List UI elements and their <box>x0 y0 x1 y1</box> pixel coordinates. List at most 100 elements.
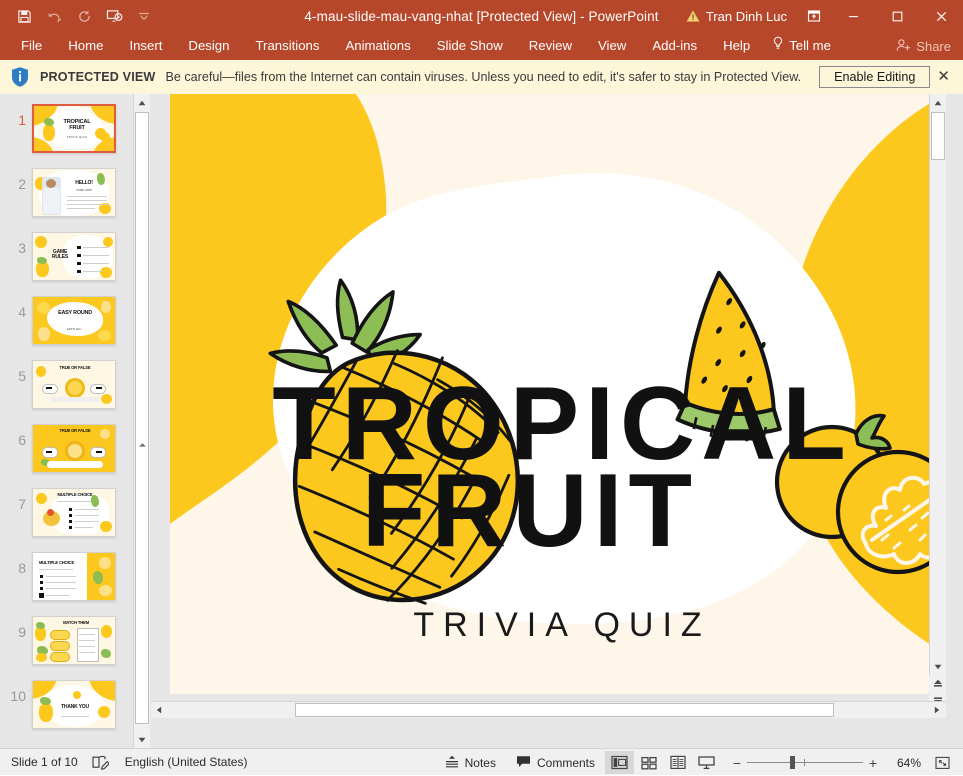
powerpoint-window: 4-mau-slide-mau-vang-nhat [Protected Vie… <box>0 0 963 775</box>
thumbnail-number: 9 <box>8 624 26 640</box>
tab-view[interactable]: View <box>585 32 639 60</box>
thumbnail-slide-9[interactable]: 9 MATCH THEM <box>0 610 133 674</box>
slide-counter[interactable]: Slide 1 of 10 <box>11 749 78 776</box>
ribbon-tabs: File Home Insert Design Transitions Anim… <box>8 32 844 60</box>
tell-me-label: Tell me <box>789 32 831 60</box>
enable-editing-button[interactable]: Enable Editing <box>819 66 930 88</box>
protected-view-label: PROTECTED VIEW <box>40 70 155 84</box>
title-bar-right: Tran Dinh Luc <box>676 0 963 32</box>
slide-title-line2: FRUIT <box>362 453 698 569</box>
thumbnail-slide-7[interactable]: 7 MULTIPLE CHOICE <box>0 482 133 546</box>
close-protected-view-icon[interactable]: ✕ <box>937 69 950 84</box>
ribbon-tab-bar: File Home Insert Design Transitions Anim… <box>0 32 963 61</box>
fit-slide-to-window-button[interactable] <box>927 751 957 774</box>
slide-thumbnail-pane[interactable]: 1 TROPICAL F <box>0 94 133 748</box>
thumbnail-slide-6[interactable]: 6 TRUE OR FALSE <box>0 418 133 482</box>
slide-canvas[interactable]: TROPICAL FRUIT TRIVIA QUIZ <box>151 94 946 748</box>
slide-vertical-scrollbar[interactable] <box>929 94 946 675</box>
thumbnail-slide-4[interactable]: 4 EASY ROUND LET'S GO... <box>0 290 133 354</box>
zoom-slider-handle[interactable] <box>790 756 795 769</box>
thumbnail-scrollbar-thumb[interactable] <box>135 112 149 724</box>
tab-home[interactable]: Home <box>55 32 116 60</box>
thumbnail-scroll-up-icon[interactable] <box>134 94 150 111</box>
previous-slide-button[interactable] <box>929 675 946 692</box>
status-bar-right: Notes Comments − <box>435 749 963 776</box>
thumbnail-scroll-down-icon[interactable] <box>134 731 150 748</box>
comments-button[interactable]: Comments <box>506 749 605 776</box>
protected-view-bar: PROTECTED VIEW Be careful—files from the… <box>0 60 963 95</box>
thumbnail-image: TRUE OR FALSE <box>32 424 116 473</box>
ribbon-display-options-button[interactable] <box>797 0 831 32</box>
undo-icon[interactable] <box>40 3 68 29</box>
thumbnail-pane-scrollbar[interactable] <box>133 94 150 748</box>
spell-check-icon[interactable] <box>92 749 109 776</box>
thumbnail-slide-10[interactable]: 10 THANK YOU <box>0 674 133 738</box>
notes-button[interactable]: Notes <box>435 749 506 776</box>
redo-icon[interactable] <box>70 3 98 29</box>
thumbnail-slide-2[interactable]: 2 HELLO! I'M MR. JOHN <box>0 162 133 226</box>
thumbnail-subtitle: TRIVIA QUIZ <box>58 136 96 139</box>
reading-view-button[interactable] <box>663 751 692 774</box>
thumbnail-slide-8[interactable]: 8 MULTIPLE CHOICE <box>0 546 133 610</box>
scroll-up-icon[interactable] <box>930 94 946 111</box>
scroll-left-icon[interactable] <box>151 702 167 718</box>
scroll-right-icon[interactable] <box>929 702 945 718</box>
slide-artwork: TROPICAL FRUIT TRIVIA QUIZ <box>170 94 946 694</box>
zoom-out-button[interactable]: − <box>727 751 747 774</box>
thumbnail-slide-5[interactable]: 5 TRUE OR FALSE <box>0 354 133 418</box>
zoom-percentage[interactable]: 64% <box>883 756 921 770</box>
thumbnail-title: MATCH THEM <box>57 621 95 625</box>
slide-horizontal-scrollbar[interactable] <box>151 701 946 718</box>
share-button[interactable]: Share <box>896 32 951 60</box>
tab-transitions[interactable]: Transitions <box>242 32 332 60</box>
minimize-button[interactable] <box>831 0 875 32</box>
tab-help[interactable]: Help <box>710 32 763 60</box>
thumbnail-number: 4 <box>8 304 26 320</box>
language-indicator[interactable]: English (United States) <box>125 749 248 776</box>
tab-file[interactable]: File <box>8 32 55 60</box>
horizontal-scrollbar-thumb[interactable] <box>295 703 834 717</box>
thumbnail-title: MULTIPLE CHOICE <box>39 561 83 565</box>
close-button[interactable] <box>919 0 963 32</box>
save-icon[interactable] <box>10 3 38 29</box>
zoom-in-button[interactable]: + <box>863 751 883 774</box>
tab-design[interactable]: Design <box>175 32 242 60</box>
zoom-slider[interactable] <box>747 751 863 774</box>
thumbnail-number: 10 <box>8 688 26 704</box>
slide-show-button[interactable] <box>692 751 721 774</box>
scroll-down-icon[interactable] <box>930 658 946 675</box>
thumbnail-number: 2 <box>8 176 26 192</box>
zoom-control[interactable]: − + <box>727 751 883 774</box>
warning-triangle-icon <box>686 10 700 23</box>
status-bar: Slide 1 of 10 English (United States) No… <box>0 748 963 775</box>
customize-quick-access-toolbar-icon[interactable] <box>130 3 158 29</box>
title-bar: 4-mau-slide-mau-vang-nhat [Protected Vie… <box>0 0 963 32</box>
thumbnail-image: MULTIPLE CHOICE <box>32 552 116 601</box>
thumbnail-number: 1 <box>8 112 26 128</box>
tell-me-search[interactable]: Tell me <box>763 32 844 60</box>
tab-insert[interactable]: Insert <box>116 32 175 60</box>
account-indicator[interactable]: Tran Dinh Luc <box>676 0 797 32</box>
share-person-icon <box>896 38 911 55</box>
slide-sorter-view-button[interactable] <box>634 751 663 774</box>
thumbnail-subtitle: I'M MR. JOHN <box>67 189 101 192</box>
thumbnail-scrollbar-grip <box>138 442 146 451</box>
tab-animations[interactable]: Animations <box>333 32 424 60</box>
thumbnail-slide-3[interactable]: 3 GAME RULES <box>0 226 133 290</box>
comment-bubble-icon <box>516 755 531 771</box>
current-slide[interactable]: TROPICAL FRUIT TRIVIA QUIZ <box>170 94 946 694</box>
thumbnail-image: THANK YOU <box>32 680 116 729</box>
start-from-beginning-icon[interactable] <box>100 3 128 29</box>
thumbnail-number: 7 <box>8 496 26 512</box>
thumbnail-slide-1[interactable]: 1 TROPICAL F <box>0 98 133 162</box>
vertical-scrollbar-thumb[interactable] <box>931 112 945 160</box>
thumbnail-title: GAME RULES <box>47 250 73 260</box>
tab-review[interactable]: Review <box>516 32 585 60</box>
thumbnail-title: HELLO! <box>67 181 101 186</box>
thumbnail-image: GAME RULES <box>32 232 116 281</box>
account-name: Tran Dinh Luc <box>706 9 787 24</box>
tab-slide-show[interactable]: Slide Show <box>424 32 516 60</box>
tab-add-ins[interactable]: Add-ins <box>639 32 710 60</box>
normal-view-button[interactable] <box>605 751 634 774</box>
maximize-button[interactable] <box>875 0 919 32</box>
